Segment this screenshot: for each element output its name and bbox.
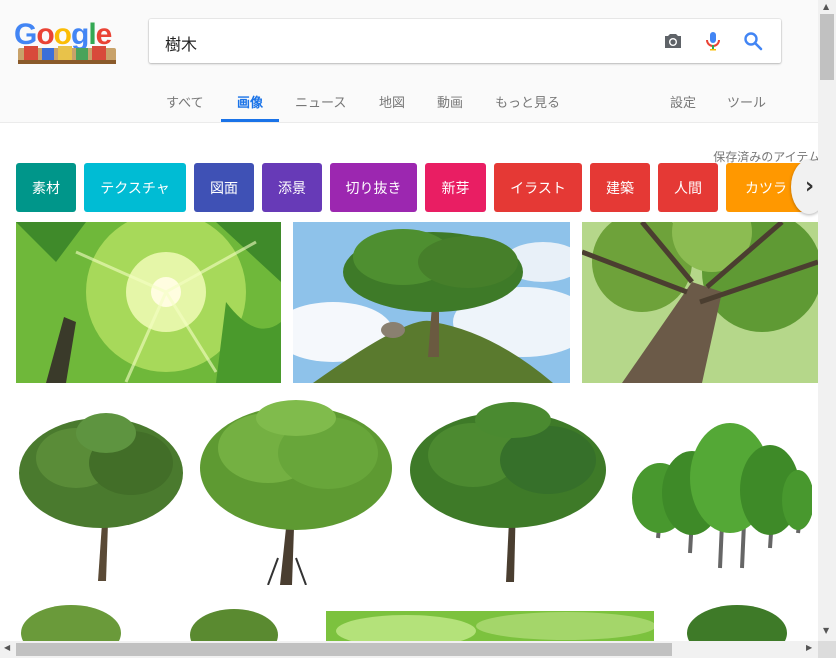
scrollbar-corner xyxy=(818,641,836,658)
tab-settings[interactable]: 設定 xyxy=(670,92,696,111)
mic-icon[interactable] xyxy=(701,29,725,53)
horizontal-scrollbar[interactable]: ◀ ▶ xyxy=(0,641,818,658)
tab-images[interactable]: 画像 xyxy=(237,92,263,111)
horizontal-scroll-thumb[interactable] xyxy=(16,643,672,656)
tab-all[interactable]: すべて xyxy=(166,92,204,111)
camera-icon[interactable] xyxy=(661,29,685,53)
active-tab-indicator xyxy=(221,119,279,122)
chip-scenery[interactable]: 添景 xyxy=(262,163,322,212)
chip-illustration[interactable]: イラスト xyxy=(494,163,582,212)
scroll-down-arrow-icon[interactable]: ▼ xyxy=(823,626,829,635)
scroll-up-arrow-icon[interactable]: ▲ xyxy=(823,2,829,11)
image-result[interactable] xyxy=(408,400,610,582)
image-result[interactable] xyxy=(326,611,654,641)
image-result[interactable] xyxy=(582,222,818,383)
chip-human[interactable]: 人間 xyxy=(658,163,718,212)
tab-tools[interactable]: ツール xyxy=(727,92,766,111)
tab-videos[interactable]: 動画 xyxy=(437,92,463,111)
scroll-left-arrow-icon[interactable]: ◀ xyxy=(4,643,10,652)
image-result[interactable] xyxy=(16,603,126,641)
page: Google 樹木 すべて 画像 ニュース 地図 動画 もっと見る 設定 ツール… xyxy=(0,0,818,641)
header: Google 樹木 すべて 画像 ニュース 地図 動画 もっと見る 設定 ツール xyxy=(0,0,818,123)
chip-architecture[interactable]: 建築 xyxy=(590,163,650,212)
google-doodle-logo[interactable]: Google xyxy=(14,18,132,66)
chip-drawing[interactable]: 図面 xyxy=(194,163,254,212)
search-box[interactable]: 樹木 xyxy=(149,19,781,63)
chip-material[interactable]: 素材 xyxy=(16,163,76,212)
vertical-scroll-thumb[interactable] xyxy=(820,14,834,80)
image-result[interactable] xyxy=(682,603,792,641)
tab-news[interactable]: ニュース xyxy=(295,92,346,111)
chip-cutout[interactable]: 切り抜き xyxy=(330,163,417,212)
doodle-illustration xyxy=(18,46,116,64)
search-input[interactable]: 樹木 xyxy=(165,31,197,55)
chip-sprout[interactable]: 新芽 xyxy=(425,163,486,212)
tab-more[interactable]: もっと見る xyxy=(495,92,560,111)
chip-texture[interactable]: テクスチャ xyxy=(84,163,186,212)
image-result[interactable] xyxy=(198,398,394,585)
related-chips: 素材 テクスチャ 図面 添景 切り抜き 新芽 イラスト 建築 人間 カツラ xyxy=(16,163,818,212)
image-result[interactable] xyxy=(16,222,281,383)
scroll-right-arrow-icon[interactable]: ▶ xyxy=(806,643,812,652)
image-result[interactable] xyxy=(186,605,282,641)
image-result[interactable] xyxy=(630,418,812,570)
tab-maps[interactable]: 地図 xyxy=(379,92,405,111)
image-result[interactable] xyxy=(16,403,191,583)
vertical-scrollbar[interactable]: ▲ ▼ xyxy=(818,0,836,641)
search-icon[interactable] xyxy=(741,29,765,53)
chevron-right-icon: › xyxy=(805,174,815,199)
search-tabs: すべて 画像 ニュース 地図 動画 もっと見る 設定 ツール xyxy=(0,84,818,122)
image-result[interactable] xyxy=(293,222,570,383)
